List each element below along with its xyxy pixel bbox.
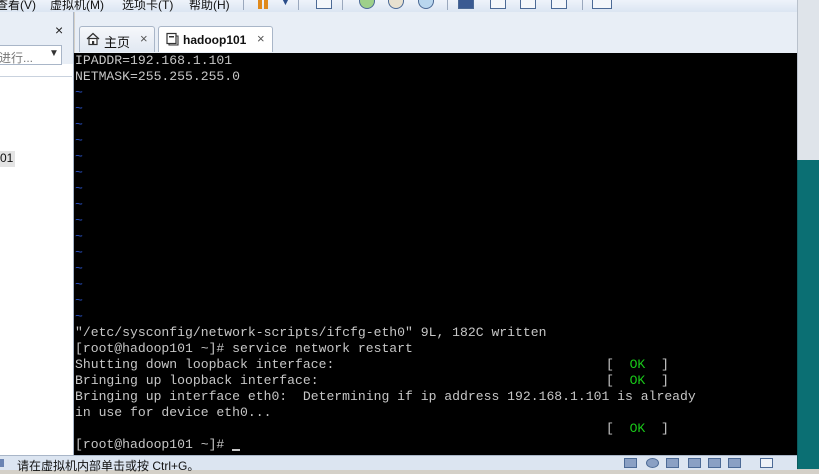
tab-home[interactable]: 主页 × xyxy=(79,26,155,52)
terminal-line: in use for device eth0... xyxy=(75,405,272,420)
toolbar-separator xyxy=(243,0,244,10)
tab-hadoop101[interactable]: hadoop101 × xyxy=(158,26,273,52)
ok-open-bracket: [ xyxy=(606,373,630,388)
vm-icon xyxy=(166,32,179,46)
close-icon[interactable]: × xyxy=(140,31,148,46)
host-desktop-background xyxy=(797,160,819,469)
cd-dvd-icon[interactable] xyxy=(646,458,659,468)
text-cursor xyxy=(232,449,241,451)
message-log-icon[interactable] xyxy=(760,458,773,468)
toolbar-separator xyxy=(582,0,583,10)
vim-empty-line-tilde: ~ xyxy=(75,181,83,196)
vim-empty-line-tilde: ~ xyxy=(75,229,83,244)
vim-empty-line-tilde: ~ xyxy=(75,85,83,100)
full-screen-icon[interactable] xyxy=(520,0,536,9)
revert-snapshot-icon[interactable] xyxy=(388,0,404,9)
vim-empty-line-tilde: ~ xyxy=(75,213,83,228)
vim-empty-line-tilde: ~ xyxy=(75,149,83,164)
vim-empty-line-tilde: ~ xyxy=(75,277,83,292)
fit-guest-icon[interactable] xyxy=(490,0,506,9)
terminal-line: Shutting down loopback interface: xyxy=(75,357,335,372)
host-desktop xyxy=(797,0,819,469)
status-bar: 请在虚拟机内部单击或按 Ctrl+G。 xyxy=(0,455,797,473)
menu-tabs[interactable]: 选项卡(T) xyxy=(122,0,173,12)
library-item-hadoop101[interactable]: 01 xyxy=(0,151,16,167)
ok-close-bracket: ] xyxy=(645,421,669,436)
vim-empty-line-tilde: ~ xyxy=(75,197,83,212)
tab-hadoop101-label: hadoop101 xyxy=(183,33,247,47)
shell-prompt: [root@hadoop101 ~]# xyxy=(75,437,241,453)
toolbar-separator xyxy=(342,0,343,10)
home-icon xyxy=(86,32,100,46)
thumbnail-icon[interactable] xyxy=(592,0,612,9)
host-window-edge xyxy=(797,0,819,160)
terminal-line: [root@hadoop101 ~]# service network rest… xyxy=(75,341,413,356)
vim-empty-line-tilde: ~ xyxy=(75,165,83,180)
status-ok: [ OK ] xyxy=(606,373,669,389)
ok-open-bracket: [ xyxy=(606,357,630,372)
vim-empty-line-tilde: ~ xyxy=(75,117,83,132)
terminal-line: Bringing up loopback interface: xyxy=(75,373,319,388)
dropdown-caret-icon[interactable]: ▼ xyxy=(280,0,291,8)
terminal-line: IPADDR=192.168.1.101 xyxy=(75,53,233,68)
printer-icon[interactable] xyxy=(688,458,701,468)
snapshot-icon[interactable] xyxy=(359,0,375,9)
status-message: 请在虚拟机内部单击或按 Ctrl+G。 xyxy=(17,459,200,473)
menu-toolbar: 查看(V) 虚拟机(M) 选项卡(T) 帮助(H) ▼ xyxy=(0,0,797,12)
status-ok: [ OK ] xyxy=(606,357,669,373)
vim-empty-line-tilde: ~ xyxy=(75,101,83,116)
menu-help[interactable]: 帮助(H) xyxy=(189,0,230,12)
ok-close-bracket: ] xyxy=(645,357,669,372)
vm-console[interactable]: IPADDR=192.168.1.101 NETMASK=255.255.255… xyxy=(74,53,797,455)
tab-strip: 主页 × hadoop101 × xyxy=(75,12,797,53)
toolbar-separator xyxy=(298,0,299,10)
usb-icon[interactable] xyxy=(708,458,721,468)
ok-close-bracket: ] xyxy=(645,373,669,388)
chevron-down-icon[interactable]: ▼ xyxy=(49,48,59,59)
vim-empty-line-tilde: ~ xyxy=(75,261,83,276)
ok-text: OK xyxy=(629,421,646,436)
ok-text: OK xyxy=(629,357,646,372)
vim-empty-line-tilde: ~ xyxy=(75,309,83,324)
library-search-placeholder: 进行... xyxy=(0,51,34,65)
library-search-input[interactable]: 进行... ▼ xyxy=(0,45,62,65)
unity-icon[interactable] xyxy=(551,0,567,9)
terminal-line: NETMASK=255.255.255.0 xyxy=(75,69,241,84)
tab-home-label: 主页 xyxy=(104,35,131,50)
pause-icon[interactable] xyxy=(258,0,270,10)
vim-empty-line-tilde: ~ xyxy=(75,245,83,260)
view-console-icon[interactable] xyxy=(458,0,474,9)
network-adapter-icon[interactable] xyxy=(666,458,679,468)
sound-card-icon[interactable] xyxy=(728,458,741,468)
info-icon xyxy=(0,459,4,467)
vim-empty-line-tilde: ~ xyxy=(75,133,83,148)
menu-view[interactable]: 查看(V) xyxy=(0,0,36,12)
send-ctrl-alt-del-icon[interactable] xyxy=(316,0,332,9)
vim-empty-line-tilde: ~ xyxy=(75,293,83,308)
snapshot-manager-icon[interactable] xyxy=(418,0,434,9)
library-pane: × 进行... ▼ 01 xyxy=(0,12,74,455)
toolbar-separator xyxy=(447,0,448,10)
close-icon[interactable]: × xyxy=(55,22,63,38)
library-tree: 01 xyxy=(0,76,72,453)
ok-text: OK xyxy=(629,373,646,388)
ok-open-bracket: [ xyxy=(606,421,630,436)
vim-written-message: "/etc/sysconfig/network-scripts/ifcfg-et… xyxy=(75,325,547,340)
hard-disk-icon[interactable] xyxy=(624,458,637,468)
terminal-line: Bringing up interface eth0: Determining … xyxy=(75,389,696,404)
close-icon[interactable]: × xyxy=(257,31,265,46)
menu-vm[interactable]: 虚拟机(M) xyxy=(50,0,104,12)
library-header: × 进行... ▼ xyxy=(0,12,73,65)
status-ok: [ OK ] xyxy=(606,421,669,437)
prompt-text: [root@hadoop101 ~]# xyxy=(75,437,233,452)
